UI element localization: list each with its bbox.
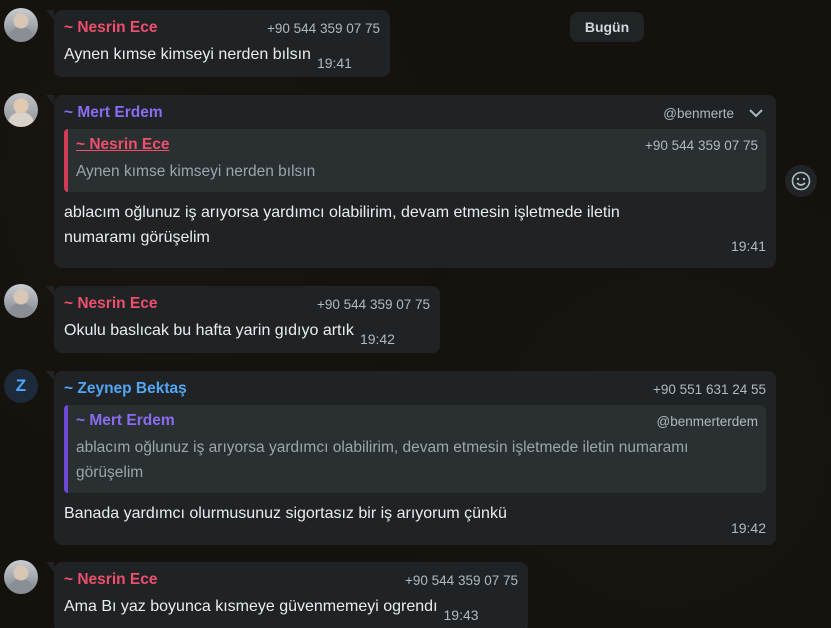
quoted-message[interactable]: ~ Nesrin Ece +90 544 359 07 75 Aynen kım… xyxy=(64,129,766,192)
emoji-icon xyxy=(791,171,811,191)
message-bubble[interactable]: ~ Nesrin Ece +90 544 359 07 75 Ama Bı ya… xyxy=(46,562,528,628)
message-time: 19:43 xyxy=(443,607,479,623)
quoted-handle: @benmerterdem xyxy=(656,413,759,429)
quoted-text-line: görüşelim xyxy=(76,464,144,481)
message-text-line: ablacım oğlunuz iş arıyorsa yardımcı ola… xyxy=(64,204,620,221)
message-time: 19:42 xyxy=(730,520,766,536)
quoted-sender: ~ Nesrin Ece xyxy=(76,136,170,153)
avatar[interactable] xyxy=(4,284,38,318)
sender-handle: @benmerte xyxy=(663,105,734,121)
message-bubble[interactable]: ~ Mert Erdem @benmerte ~ Nesrin Ece +90 … xyxy=(46,95,776,268)
date-chip: Bugün xyxy=(570,12,644,42)
message-text: Ama Bı yaz boyunca kısmeye güvenmemeyi o… xyxy=(64,598,438,615)
avatar[interactable] xyxy=(4,560,38,594)
message-bubble[interactable]: ~ Zeynep Bektaş +90 551 631 24 55 ~ Mert… xyxy=(46,371,776,545)
avatar[interactable] xyxy=(4,93,38,127)
quoted-message[interactable]: ~ Mert Erdem @benmerterdem ablacım oğlun… xyxy=(64,405,766,493)
message-bubble[interactable]: ~ Nesrin Ece +90 544 359 07 75 Aynen kım… xyxy=(46,10,390,77)
message-text: Aynen kımse kimseyi nerden bılsın xyxy=(64,46,311,63)
message-text-line: numaramı görüşelim xyxy=(64,229,210,246)
sender-phone: +90 544 359 07 75 xyxy=(317,296,430,312)
sender-name[interactable]: ~ Mert Erdem xyxy=(64,104,163,122)
sender-name[interactable]: ~ Nesrin Ece xyxy=(64,295,157,313)
message-time: 19:42 xyxy=(359,331,395,347)
sender-name[interactable]: ~ Nesrin Ece xyxy=(64,19,157,37)
avatar[interactable]: Z xyxy=(4,369,38,403)
emoji-reaction-button[interactable] xyxy=(785,165,817,197)
quoted-sender: ~ Mert Erdem xyxy=(76,412,175,429)
quoted-text-line: ablacım oğlunuz iş arıyorsa yardımcı ola… xyxy=(76,439,689,456)
message-time: 19:41 xyxy=(730,238,766,254)
quoted-text: Aynen kımse kimseyi nerden bılsın xyxy=(76,163,316,180)
sender-phone: +90 544 359 07 75 xyxy=(405,572,518,588)
chevron-down-icon[interactable] xyxy=(746,103,766,123)
sender-name[interactable]: ~ Zeynep Bektaş xyxy=(64,380,187,398)
message-text: Okulu baslıcak bu hafta yarin gıdıyo art… xyxy=(64,322,354,339)
message-time: 19:41 xyxy=(316,55,352,71)
avatar[interactable] xyxy=(4,8,38,42)
sender-name[interactable]: ~ Nesrin Ece xyxy=(64,571,157,589)
avatar-letter: Z xyxy=(15,376,27,395)
sender-phone: +90 544 359 07 75 xyxy=(267,20,380,36)
message-bubble[interactable]: ~ Nesrin Ece +90 544 359 07 75 Okulu bas… xyxy=(46,286,440,353)
quoted-phone: +90 544 359 07 75 xyxy=(645,137,758,153)
message-text: Banada yardımcı olurmusunuz sigortasız b… xyxy=(64,505,507,522)
sender-phone: +90 551 631 24 55 xyxy=(653,381,766,397)
